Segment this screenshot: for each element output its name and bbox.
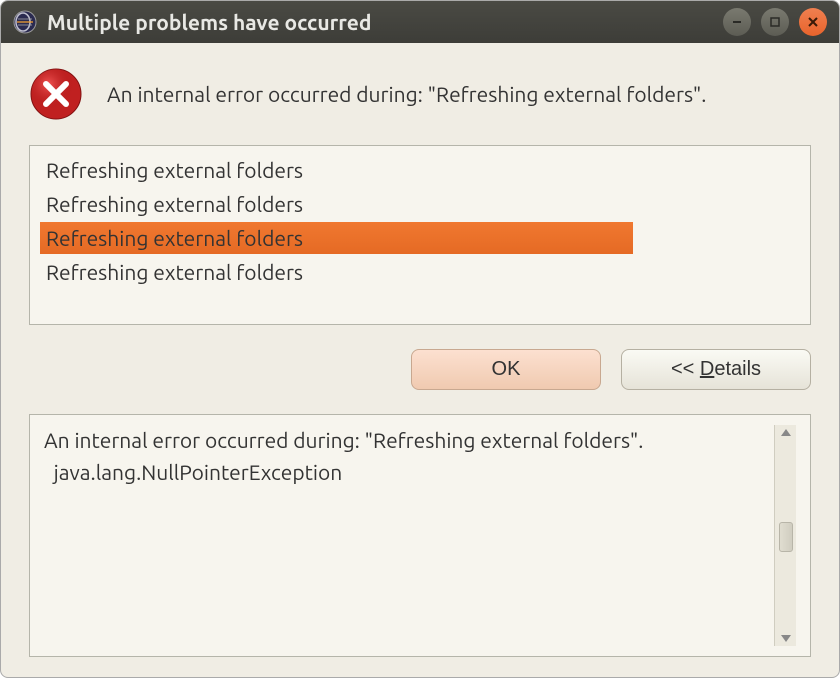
list-item[interactable]: Refreshing external folders [40,256,800,288]
details-button[interactable]: << Details [621,349,811,390]
maximize-button[interactable] [761,8,789,36]
scroll-down-icon[interactable] [781,635,791,642]
details-text[interactable]: An internal error occurred during: "Refr… [44,425,774,646]
eclipse-icon [13,10,37,34]
window-controls [723,8,827,36]
error-icon [29,67,83,121]
dialog-content: An internal error occurred during: "Refr… [1,43,839,677]
minimize-button[interactable] [723,8,751,36]
scroll-up-icon[interactable] [781,429,791,436]
scrollbar[interactable] [774,425,796,646]
details-panel: An internal error occurred during: "Refr… [29,414,811,657]
dialog-window: Multiple problems have occurred [0,0,840,678]
details-prefix: << [671,358,700,380]
problem-list[interactable]: Refreshing external folders Refreshing e… [29,145,811,325]
details-suffix: etails [714,358,761,380]
scroll-thumb[interactable] [779,522,793,552]
titlebar[interactable]: Multiple problems have occurred [1,1,839,43]
ok-button[interactable]: OK [411,349,601,390]
close-button[interactable] [799,8,827,36]
button-row: OK << Details [29,349,811,390]
window-title: Multiple problems have occurred [47,10,723,34]
list-item[interactable]: Refreshing external folders [40,222,633,254]
list-item[interactable]: Refreshing external folders [40,154,800,186]
details-line: An internal error occurred during: "Refr… [44,428,643,452]
error-header: An internal error occurred during: "Refr… [29,67,811,121]
details-line: java.lang.NullPointerException [44,460,342,484]
error-message: An internal error occurred during: "Refr… [107,82,706,106]
list-item[interactable]: Refreshing external folders [40,188,800,220]
details-mnemonic: D [700,358,714,380]
